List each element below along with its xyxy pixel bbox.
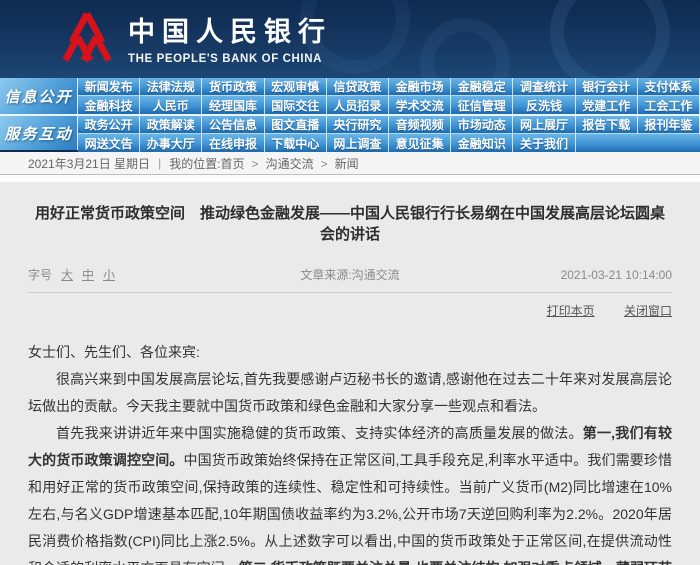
site-title-en: THE PEOPLE'S BANK OF CHINA [128, 52, 323, 65]
nav-cells-services: 政务公开 政策解读 公告信息 图文直播 央行研究 音频视频 市场动态 网上展厅 报告下载 报刊年鉴… [78, 116, 700, 152]
nav-item[interactable]: 新闻发布 [78, 78, 141, 96]
nav-item[interactable]: 法律法规 [140, 78, 203, 96]
print-page-link[interactable]: 打印本页 [547, 304, 595, 318]
site-masthead: 中国人民银行 THE PEOPLE'S BANK OF CHINA [0, 0, 700, 78]
font-size-label: 字号 [28, 268, 53, 282]
current-date: 2021年3月21日 星期日 [28, 156, 151, 171]
nav-item[interactable]: 学术交流 [389, 96, 452, 114]
nav-item[interactable]: 音频视频 [389, 116, 452, 134]
nav-item[interactable]: 金融稳定 [451, 78, 514, 96]
pboc-emblem-icon [62, 12, 112, 62]
paragraph-segment: 很高兴来到中国发展高层论坛,首先我要感谢卢迈秘书长的邀请,感谢他在过去二十年来对… [28, 371, 672, 414]
nav-item[interactable]: 人民币 [140, 96, 203, 114]
breadcrumb-link[interactable]: 沟通交流 [266, 157, 314, 171]
nav-item[interactable]: 公告信息 [202, 116, 265, 134]
divider-gap [0, 175, 700, 182]
close-window-link[interactable]: 关闭窗口 [624, 304, 672, 318]
font-size-option[interactable]: 小 [103, 268, 115, 282]
paragraph-segment: 女士们、先生们、各位来宾: [28, 344, 200, 360]
nav-section-info-disclosure: 信息公开 新闻发布 法律法规 货币政策 宏观审慎 信贷政策 金融市场 金融稳定 调查统计 银行会… [0, 78, 700, 114]
font-size-option[interactable]: 中 [82, 268, 94, 282]
pboc-webpage: 中国人民银行 THE PEOPLE'S BANK OF CHINA 信息公开 新… [0, 0, 700, 565]
nav-item[interactable]: 党建工作 [575, 96, 638, 114]
article-paragraph: 很高兴来到中国发展高层论坛,首先我要感谢卢迈秘书长的邀请,感谢他在过去二十年来对… [28, 366, 672, 420]
nav-item[interactable]: 政务公开 [78, 116, 141, 134]
article-datetime: 2021-03-21 10:14:00 [560, 267, 673, 282]
main-navigation: 信息公开 新闻发布 法律法规 货币政策 宏观审慎 信贷政策 金融市场 金融稳定 调查统计 银行会… [0, 78, 700, 152]
nav-item[interactable]: 网上调查 [326, 134, 389, 152]
article-meta-row: 字号 大中小 文章来源:沟通交流 2021-03-21 10:14:00 [28, 266, 672, 293]
font-size-options: 大中小 [52, 266, 115, 283]
nav-item[interactable]: 国际交往 [264, 96, 327, 114]
nav-item[interactable]: 支付体系 [637, 78, 700, 96]
article-source: 文章来源:沟通交流 [300, 268, 400, 282]
article-content-area: 用好正常货币政策空间 推动绿色金融发展——中国人民银行行长易纲在中国发展高层论坛… [0, 202, 700, 565]
nav-item[interactable]: 信贷政策 [326, 78, 389, 96]
paragraph-segment: 中国货币政策始终保持在正常区间,工具手段充足,利率水平适中。我们需要珍惜和用好正… [28, 452, 673, 565]
nav-item[interactable]: 报刊年鉴 [637, 116, 700, 134]
nav-item[interactable]: 市场动态 [451, 116, 514, 134]
site-title-cn: 中国人民银行 [128, 16, 332, 47]
nav-item[interactable]: 金融市场 [389, 78, 452, 96]
nav-item[interactable]: 货币政策 [202, 78, 265, 96]
coin-pattern-decor [550, 0, 670, 78]
breadcrumb-link[interactable]: 首页 [221, 157, 245, 171]
breadcrumb-location-label: 我的位置: [169, 156, 221, 171]
nav-item[interactable]: 工会工作 [637, 96, 700, 114]
nav-item[interactable]: 办事大厅 [140, 134, 203, 152]
nav-item[interactable]: 在线申报 [202, 134, 265, 152]
nav-item[interactable]: 征信管理 [451, 96, 514, 114]
nav-item[interactable]: 图文直播 [264, 116, 327, 134]
article-title: 用好正常货币政策空间 推动绿色金融发展——中国人民银行行长易纲在中国发展高层论坛… [34, 205, 665, 243]
nav-item[interactable]: 宏观审慎 [264, 78, 327, 96]
site-logo-block[interactable]: 中国人民银行 THE PEOPLE'S BANK OF CHINA [62, 8, 332, 66]
nav-section-label-services[interactable]: 服务互动 [0, 116, 78, 150]
breadcrumb: 2021年3月21日 星期日 | 我的位置: 首页 > 沟通交流 > 新闻 [0, 152, 700, 175]
nav-item[interactable]: 人员招录 [326, 96, 389, 114]
nav-item[interactable]: 网送文告 [78, 134, 141, 152]
nav-item[interactable]: 政策解读 [140, 116, 203, 134]
nav-section-services: 服务互动 政务公开 政策解读 公告信息 图文直播 央行研究 音频视频 市场动态 网上展厅 报告下… [0, 114, 700, 152]
site-title: 中国人民银行 THE PEOPLE'S BANK OF CHINA [128, 10, 332, 65]
nav-item[interactable]: 调查统计 [513, 78, 576, 96]
font-size-option[interactable]: 大 [61, 268, 73, 282]
article-paragraph: 女士们、先生们、各位来宾: [28, 339, 672, 366]
article-paragraph: 首先我来讲讲近年来中国实施稳健的货币政策、支持实体经济的高质量发展的做法。第一,… [28, 420, 672, 565]
nav-item[interactable]: 关于我们 [513, 134, 576, 152]
breadcrumb-separator: | [158, 156, 162, 170]
nav-item[interactable]: 报告下载 [575, 116, 638, 134]
nav-item[interactable]: 反洗钱 [513, 96, 576, 114]
nav-item[interactable]: 金融科技 [78, 96, 141, 114]
nav-section-label-info-disclosure[interactable]: 信息公开 [0, 78, 78, 114]
nav-cells-info-disclosure: 新闻发布 法律法规 货币政策 宏观审慎 信贷政策 金融市场 金融稳定 调查统计 银行会计 支付体系… [78, 78, 700, 114]
paragraph-segment: 首先我来讲讲近年来中国实施稳健的货币政策、支持实体经济的高质量发展的做法。 [56, 425, 583, 441]
nav-cell-empty [637, 134, 700, 152]
nav-item[interactable]: 下载中心 [264, 134, 327, 152]
nav-item[interactable]: 经理国库 [202, 96, 265, 114]
nav-cell-empty [575, 134, 638, 152]
breadcrumb-arrow-separator: > [320, 156, 328, 171]
nav-item[interactable]: 意见征集 [389, 134, 452, 152]
breadcrumb-link[interactable]: 新闻 [335, 157, 359, 171]
nav-item[interactable]: 网上展厅 [513, 116, 576, 134]
font-size-control: 字号 大中小 [28, 266, 243, 283]
nav-item[interactable]: 银行会计 [575, 78, 638, 96]
breadcrumb-links: 首页 > 沟通交流 > 新闻 [221, 155, 359, 172]
nav-item[interactable]: 金融知识 [451, 134, 514, 152]
nav-item[interactable]: 央行研究 [326, 116, 389, 134]
article-body: 女士们、先生们、各位来宾: 很高兴来到中国发展高层论坛,首先我要感谢卢迈秘书长的邀… [28, 339, 672, 565]
breadcrumb-arrow-separator: > [251, 156, 259, 171]
coin-pattern-decor [420, 18, 510, 78]
article-actions-row: 打印本页 关闭窗口 [28, 293, 672, 329]
